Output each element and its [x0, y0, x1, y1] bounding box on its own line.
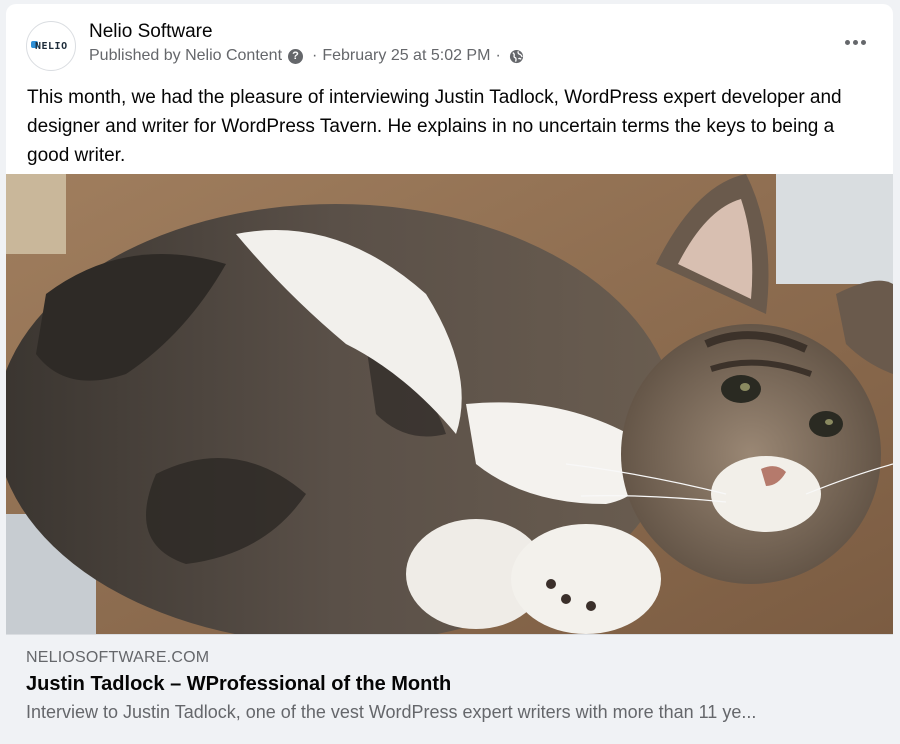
published-by-label: Published by Nelio Content — [89, 47, 283, 64]
post-header: NELIO Nelio Software Published by Nelio … — [6, 4, 893, 84]
more-dot — [852, 39, 858, 45]
meta-separator: · — [312, 47, 318, 64]
more-options-button[interactable] — [837, 30, 873, 54]
facebook-post: NELIO Nelio Software Published by Nelio … — [6, 4, 893, 744]
avatar-logo-text: NELIO — [35, 41, 68, 52]
meta-separator: · — [495, 47, 501, 64]
link-preview-card[interactable]: NELIOSOFTWARE.COM Justin Tadlock – WProf… — [6, 634, 893, 744]
post-message: This month, we had the pleasure of inter… — [27, 87, 842, 166]
post-image[interactable] — [6, 174, 893, 634]
post-meta: Published by Nelio Content ? · February … — [89, 46, 524, 66]
link-domain: NELIOSOFTWARE.COM — [26, 649, 210, 666]
page-avatar[interactable]: NELIO — [26, 21, 76, 71]
more-dot — [844, 39, 850, 45]
more-dot — [860, 39, 866, 45]
link-description: Interview to Justin Tadlock, one of the … — [26, 702, 757, 722]
globe-icon[interactable] — [509, 49, 524, 64]
help-icon[interactable]: ? — [288, 48, 304, 64]
page-name-link[interactable]: Nelio Software — [89, 21, 213, 43]
link-title[interactable]: Justin Tadlock – WProfessional of the Mo… — [26, 673, 451, 696]
cat-photo — [6, 174, 893, 634]
post-timestamp[interactable]: February 25 at 5:02 PM — [322, 46, 490, 66]
